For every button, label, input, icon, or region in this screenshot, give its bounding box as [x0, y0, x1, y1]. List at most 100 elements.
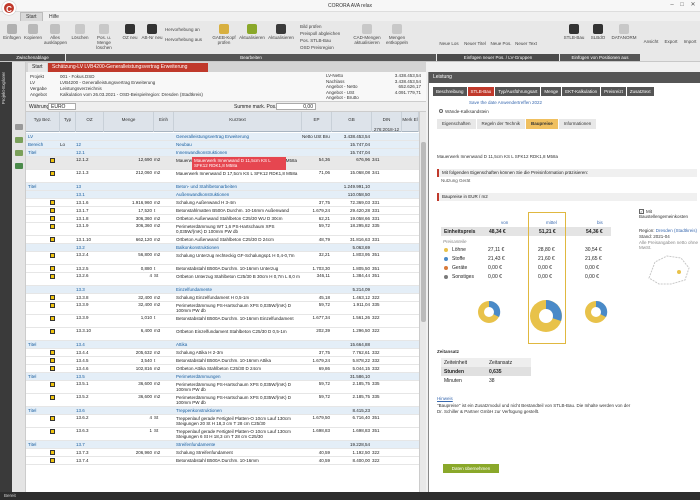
- import-button[interactable]: Import: [681, 39, 699, 44]
- tab-start[interactable]: Start: [20, 12, 43, 21]
- position-row[interactable]: 13.3.9 1,010 t Betonstabstahl B500A Durchm.…: [26, 315, 419, 328]
- position-row[interactable]: 13.5.2 36,600 m2 Perimeterdämmung PS-Hartsc…: [26, 394, 419, 407]
- col-din[interactable]: DIN 276:2018-12: [372, 112, 402, 132]
- subtab-baupreise[interactable]: Baupreise: [525, 119, 558, 129]
- maximize-icon[interactable]: □: [678, 2, 686, 9]
- ptab-stlb[interactable]: STLB-Bau: [467, 87, 495, 96]
- col-merk[interactable]: Merk El: [402, 112, 419, 132]
- pos-stlb-button[interactable]: Pos. STLB-Bau: [300, 38, 350, 43]
- new-pos-button[interactable]: Neue Pos.: [489, 41, 513, 46]
- view-button[interactable]: Ansicht: [642, 39, 660, 44]
- decouple-button[interactable]: Mengen entkoppeln: [383, 24, 411, 45]
- gaeb-check-button[interactable]: GAEB-Kopf prüfen: [212, 24, 236, 45]
- update-button[interactable]: Aktualisieren: [238, 24, 266, 40]
- ptab-menge[interactable]: Menge: [541, 87, 562, 96]
- apply-data-button[interactable]: Daten übernehmen: [443, 464, 499, 473]
- position-row[interactable]: 13.4.6 102,816 m2 Ortbeton Attika Stahlbeto…: [26, 365, 419, 373]
- position-row[interactable]: 13.1.9 306,360 m2 Perimeterdämmung WT 1,6 P…: [26, 223, 419, 236]
- title-row[interactable]: Bereich Lo 12 Neubau 15.747,04: [26, 141, 419, 149]
- title-row[interactable]: Titel 12.1 Innenwandkonstruktionen 15.747,0…: [26, 149, 419, 157]
- position-row[interactable]: 13.5.1 36,600 m2 Perimeterdämmung PS-Hartsc…: [26, 381, 419, 394]
- minimize-icon[interactable]: –: [668, 2, 676, 9]
- position-row[interactable]: 13.3.10 6,400 m3 Ortbeton Einzelfundament S…: [26, 328, 419, 341]
- title-row[interactable]: LV Generalleistungsvertrag Erweiterung Net…: [26, 133, 419, 141]
- doc-tab-lv[interactable]: Schätzung-LV LVB4200-Generalleistungsver…: [48, 63, 208, 72]
- position-row[interactable]: 13.4.4 205,632 m2 Schalung Attika H 2-3m 37,…: [26, 349, 419, 357]
- title-row[interactable]: Titel 13.5 Perimeterdämmungen 31.586,10: [26, 373, 419, 381]
- save-date-link[interactable]: Save the date Anwendertreffen 2022: [469, 100, 542, 105]
- copy-button[interactable]: Kopieren: [23, 24, 43, 40]
- tool-icon-1[interactable]: [15, 124, 23, 130]
- expand-all-button[interactable]: Alles ausklappen: [44, 24, 67, 45]
- check-image-button[interactable]: Bild prüfen: [300, 24, 350, 29]
- position-row[interactable]: 13.4.5 3,540 t Betonstabstahl B500A Durchm.…: [26, 357, 419, 365]
- grid-scroll-thumb[interactable]: [421, 142, 426, 322]
- stlb-bau-button[interactable]: STLB-Bau: [563, 24, 585, 40]
- subtab-info[interactable]: Informationen: [558, 119, 597, 129]
- col-ep[interactable]: EP: [302, 112, 332, 132]
- ptab-zusatz[interactable]: Zusatztext: [626, 87, 654, 96]
- ptab-ekt[interactable]: EKT-Kalkulation: [562, 87, 601, 96]
- position-row[interactable]: 13.3.8 32,400 m2 Schalung Einzelfundament H…: [26, 294, 419, 302]
- update2-button[interactable]: Aktualisieren: [267, 24, 295, 40]
- bgk-checkbox[interactable]: ✓ Mit Baustellengemeinkosten: [639, 209, 700, 219]
- grid-scrollbar[interactable]: [419, 112, 426, 492]
- position-row[interactable]: 13.1.10 662,120 m2 Ortbeton Außenwand Stahl…: [26, 236, 419, 244]
- col-typbez[interactable]: Typ Bez.: [26, 112, 60, 132]
- slbdo-button[interactable]: SLBdO: [587, 24, 609, 40]
- new-text-button[interactable]: Neuer Text: [515, 41, 537, 46]
- position-row[interactable]: 13.6.2 4 St Treppenlauf gerade Fertigteil P…: [26, 415, 419, 428]
- col-menge[interactable]: Menge: [104, 112, 154, 132]
- title-row[interactable]: Titel 13 Beton- und Stahlbetonarbeiten 1.24…: [26, 183, 419, 191]
- position-row[interactable]: 13.1.6 1.916,960 m2 Schalung Außenwand H 3-…: [26, 199, 419, 207]
- delete-pos-button[interactable]: Pos. u. Menge löschen: [91, 24, 117, 50]
- tool-icon-2[interactable]: [15, 137, 23, 143]
- close-icon[interactable]: ✕: [689, 2, 697, 9]
- subtab-eigenschaften[interactable]: Eigenschaften: [437, 119, 476, 129]
- ab-new-button[interactable]: AB-Nr neu: [141, 24, 163, 40]
- title-row[interactable]: Titel 13.6 Treppenkonstruktionen 8.415,23: [26, 407, 419, 415]
- selected-kurztext-highlight[interactable]: Mauerwerk Innenwand D 11,5cm KS L SFK12 …: [192, 157, 286, 170]
- col-kurztext[interactable]: Kurztext: [174, 112, 302, 132]
- highlight-off-button[interactable]: Hervorhebung aus: [165, 37, 210, 42]
- osd-region-button[interactable]: OSD Preisregion: [300, 45, 350, 50]
- new-title-button[interactable]: Neuer Titel: [463, 41, 487, 46]
- datanorm-button[interactable]: DATANORM: [611, 24, 637, 40]
- position-row[interactable]: 13.2.4 56,800 m2 Schalung Unterzug rechteck…: [26, 252, 419, 265]
- col-einh[interactable]: Einh: [154, 112, 174, 132]
- position-row[interactable]: 13.7.3 206,960 m2 Schalung Streifenfundamen…: [26, 449, 419, 457]
- delete-button[interactable]: Löschen: [70, 24, 90, 40]
- currency-select[interactable]: EURO: [48, 103, 76, 110]
- doc-tab-start[interactable]: Start: [28, 63, 47, 72]
- project-explorer-tab[interactable]: Projekt-Explorer: [1, 72, 6, 104]
- col-oz[interactable]: OZ: [76, 112, 104, 132]
- position-row[interactable]: 13.7.4 Betonstabstahl B500A Durchm. 10-16…: [26, 457, 419, 465]
- oz-new-button[interactable]: OZ neu: [120, 24, 140, 40]
- preispool-button[interactable]: Preispoll abgleichen: [300, 31, 350, 36]
- position-row[interactable]: 12.1.3 212,060 m2 Mauerwerk Innenwand D 17,…: [26, 170, 419, 183]
- position-row[interactable]: 12.1.2 12,690m2 Mauerwerk Innenwand D 11,5…: [26, 157, 419, 170]
- export-button[interactable]: Export: [662, 39, 680, 44]
- col-typ[interactable]: Typ: [60, 112, 76, 132]
- position-row[interactable]: 13.6.3 1 St Treppenlauf gerade Fertigteil P…: [26, 428, 419, 441]
- title-row[interactable]: 13.3 Einzelfundamente 5.214,09: [26, 286, 419, 294]
- ptab-preis[interactable]: Preisreizt: [601, 87, 626, 96]
- tool-icon-3[interactable]: [15, 150, 23, 156]
- highlight-on-button[interactable]: Hervorhebung an: [165, 27, 210, 32]
- position-row[interactable]: 13.3.9 32,400 m2 Perimeterdämmung PS-Hartsc…: [26, 302, 419, 315]
- app-logo[interactable]: C: [2, 1, 16, 15]
- tool-icon-4[interactable]: [15, 163, 23, 169]
- paste-button[interactable]: Einfügen: [2, 24, 22, 40]
- new-lot-button[interactable]: Neue Los: [437, 41, 461, 46]
- cad-update-button[interactable]: CAD-Mengen aktualisieren: [352, 24, 382, 45]
- title-row[interactable]: Titel 13.4 Attika 15.664,88: [26, 341, 419, 349]
- title-row[interactable]: 13.1 Außenwandkonstruktionen 110.058,50: [26, 191, 419, 199]
- ptab-typ[interactable]: Typ/Ausführungsart: [495, 87, 541, 96]
- col-gb[interactable]: GB: [332, 112, 372, 132]
- position-row[interactable]: 13.2.5 0,880 t Betonstabstahl B500A Durchm.…: [26, 265, 419, 273]
- title-row[interactable]: Titel 13.7 Streifenfundamente 19.228,54: [26, 441, 419, 449]
- title-row[interactable]: 13.2 Balkonkonstruktionen 5.063,69: [26, 244, 419, 252]
- position-row[interactable]: 13.2.6 4 St Ortbeton Unterzug Stahlbeton C2…: [26, 273, 419, 286]
- subtab-regeln[interactable]: Regeln der Technik: [476, 119, 525, 129]
- position-row[interactable]: 13.1.7 17,520 t Betonstahlmatten B500A Durc…: [26, 207, 419, 215]
